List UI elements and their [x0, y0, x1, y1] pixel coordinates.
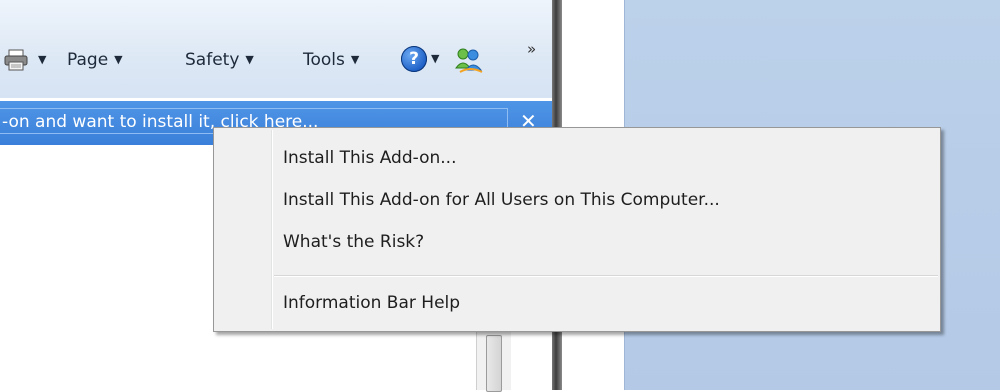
page-menu-button[interactable]: Page ▼: [67, 47, 123, 73]
menu-item-whats-the-risk[interactable]: What's the Risk?: [283, 224, 424, 260]
tools-menu-button[interactable]: Tools ▼: [303, 47, 359, 73]
menu-separator: [274, 275, 938, 277]
help-icon[interactable]: ?: [401, 46, 427, 72]
tools-menu-label: Tools: [303, 50, 345, 70]
safety-menu-label: Safety: [185, 50, 240, 70]
chevron-down-icon: ▼: [114, 53, 123, 66]
chevron-down-icon: ▼: [245, 53, 254, 66]
context-menu: Install This Add-on... Install This Add-…: [213, 127, 941, 332]
msn-icon[interactable]: [454, 46, 484, 74]
menu-item-install-add-on[interactable]: Install This Add-on...: [283, 140, 456, 176]
page-menu-label: Page: [67, 50, 109, 70]
chevron-down-icon[interactable]: ▼: [431, 52, 439, 65]
printer-dropdown-arrow[interactable]: ▼: [38, 47, 46, 73]
menu-item-information-bar-help[interactable]: Information Bar Help: [283, 285, 460, 321]
menu-icon-gutter: [271, 130, 273, 329]
chevron-down-icon: ▼: [350, 53, 360, 66]
safety-menu-button[interactable]: Safety ▼: [185, 47, 254, 73]
printer-icon[interactable]: [4, 49, 28, 71]
scrollbar-thumb[interactable]: [486, 335, 502, 392]
overflow-chevron-icon[interactable]: »: [527, 40, 536, 58]
command-bar: ▼ Page ▼ Safety ▼ Tools ▼ ? ▼ »: [0, 0, 552, 98]
chevron-down-icon: ▼: [38, 53, 47, 66]
menu-item-install-for-all-users[interactable]: Install This Add-on for All Users on Thi…: [283, 182, 720, 218]
